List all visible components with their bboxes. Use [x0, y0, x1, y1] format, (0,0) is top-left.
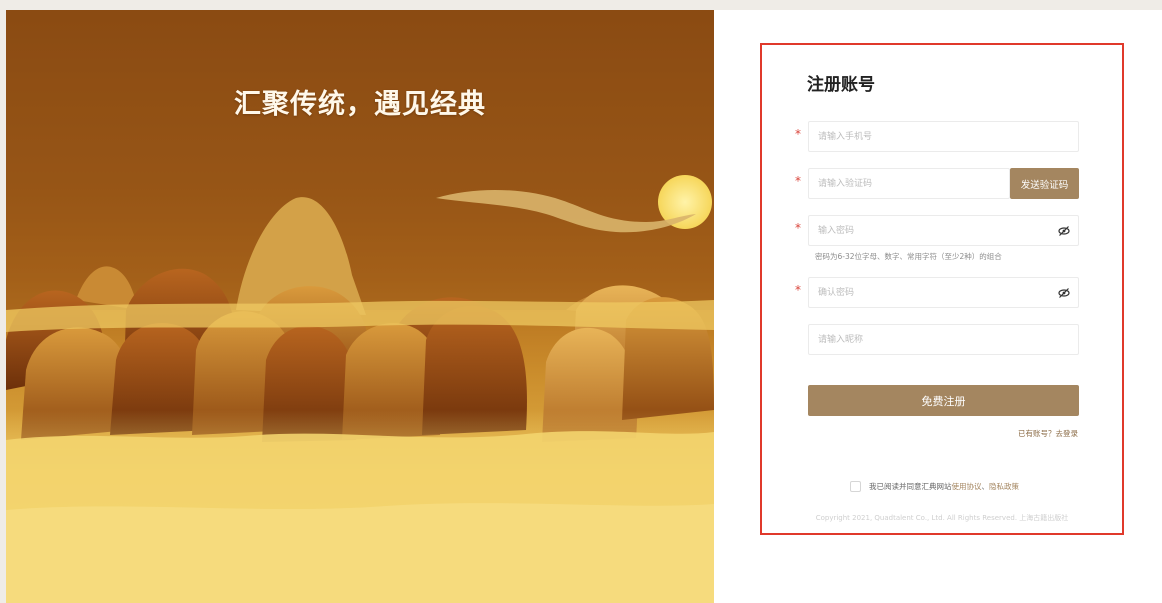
agreement-text: 我已阅读并同意汇典网站使用协议、隐私政策	[869, 481, 1019, 492]
confirm-password-field[interactable]	[808, 277, 1079, 308]
confirm-password-input[interactable]	[809, 278, 1078, 307]
eye-off-icon[interactable]	[1058, 225, 1070, 237]
nickname-input[interactable]	[809, 325, 1078, 354]
go-login-link[interactable]: 已有账号？去登录	[1018, 428, 1078, 439]
copyright-text: Copyright 2021, Quadtalent Co., Ltd. All…	[815, 514, 1069, 522]
password-input[interactable]	[809, 216, 1078, 245]
phone-field[interactable]	[808, 121, 1079, 152]
agreement-row: 我已阅读并同意汇典网站使用协议、隐私政策	[850, 481, 1019, 492]
nickname-field[interactable]	[808, 324, 1079, 355]
required-mark: *	[795, 283, 801, 297]
verification-code-input[interactable]	[809, 169, 1009, 198]
page: 汇聚传统，遇见经典 注册账号 * * 发送验证码 * 密码为6-32位字母、数字…	[6, 10, 1162, 603]
required-mark: *	[795, 221, 801, 235]
register-panel: 注册账号 * * 发送验证码 * 密码为6-32位字母、数字、常用字符（至少2种…	[760, 43, 1124, 535]
hero-artwork: 汇聚传统，遇见经典	[6, 10, 714, 603]
privacy-link[interactable]: 隐私政策	[989, 482, 1019, 491]
eye-off-icon[interactable]	[1058, 287, 1070, 299]
required-mark: *	[795, 174, 801, 188]
send-code-button[interactable]: 发送验证码	[1010, 168, 1079, 199]
password-field[interactable]	[808, 215, 1079, 246]
verification-code-field[interactable]	[808, 168, 1010, 199]
terms-link[interactable]: 使用协议	[952, 482, 982, 491]
phone-input[interactable]	[809, 122, 1078, 151]
password-hint: 密码为6-32位字母、数字、常用字符（至少2种）的组合	[815, 252, 1002, 261]
agreement-prefix: 我已阅读并同意汇典网站	[869, 482, 952, 491]
hero-slogan: 汇聚传统，遇见经典	[234, 89, 486, 120]
agree-checkbox[interactable]	[850, 481, 861, 492]
register-title: 注册账号	[807, 75, 875, 95]
required-mark: *	[795, 127, 801, 141]
register-button[interactable]: 免费注册	[808, 385, 1079, 416]
agreement-separator: 、	[981, 482, 990, 491]
